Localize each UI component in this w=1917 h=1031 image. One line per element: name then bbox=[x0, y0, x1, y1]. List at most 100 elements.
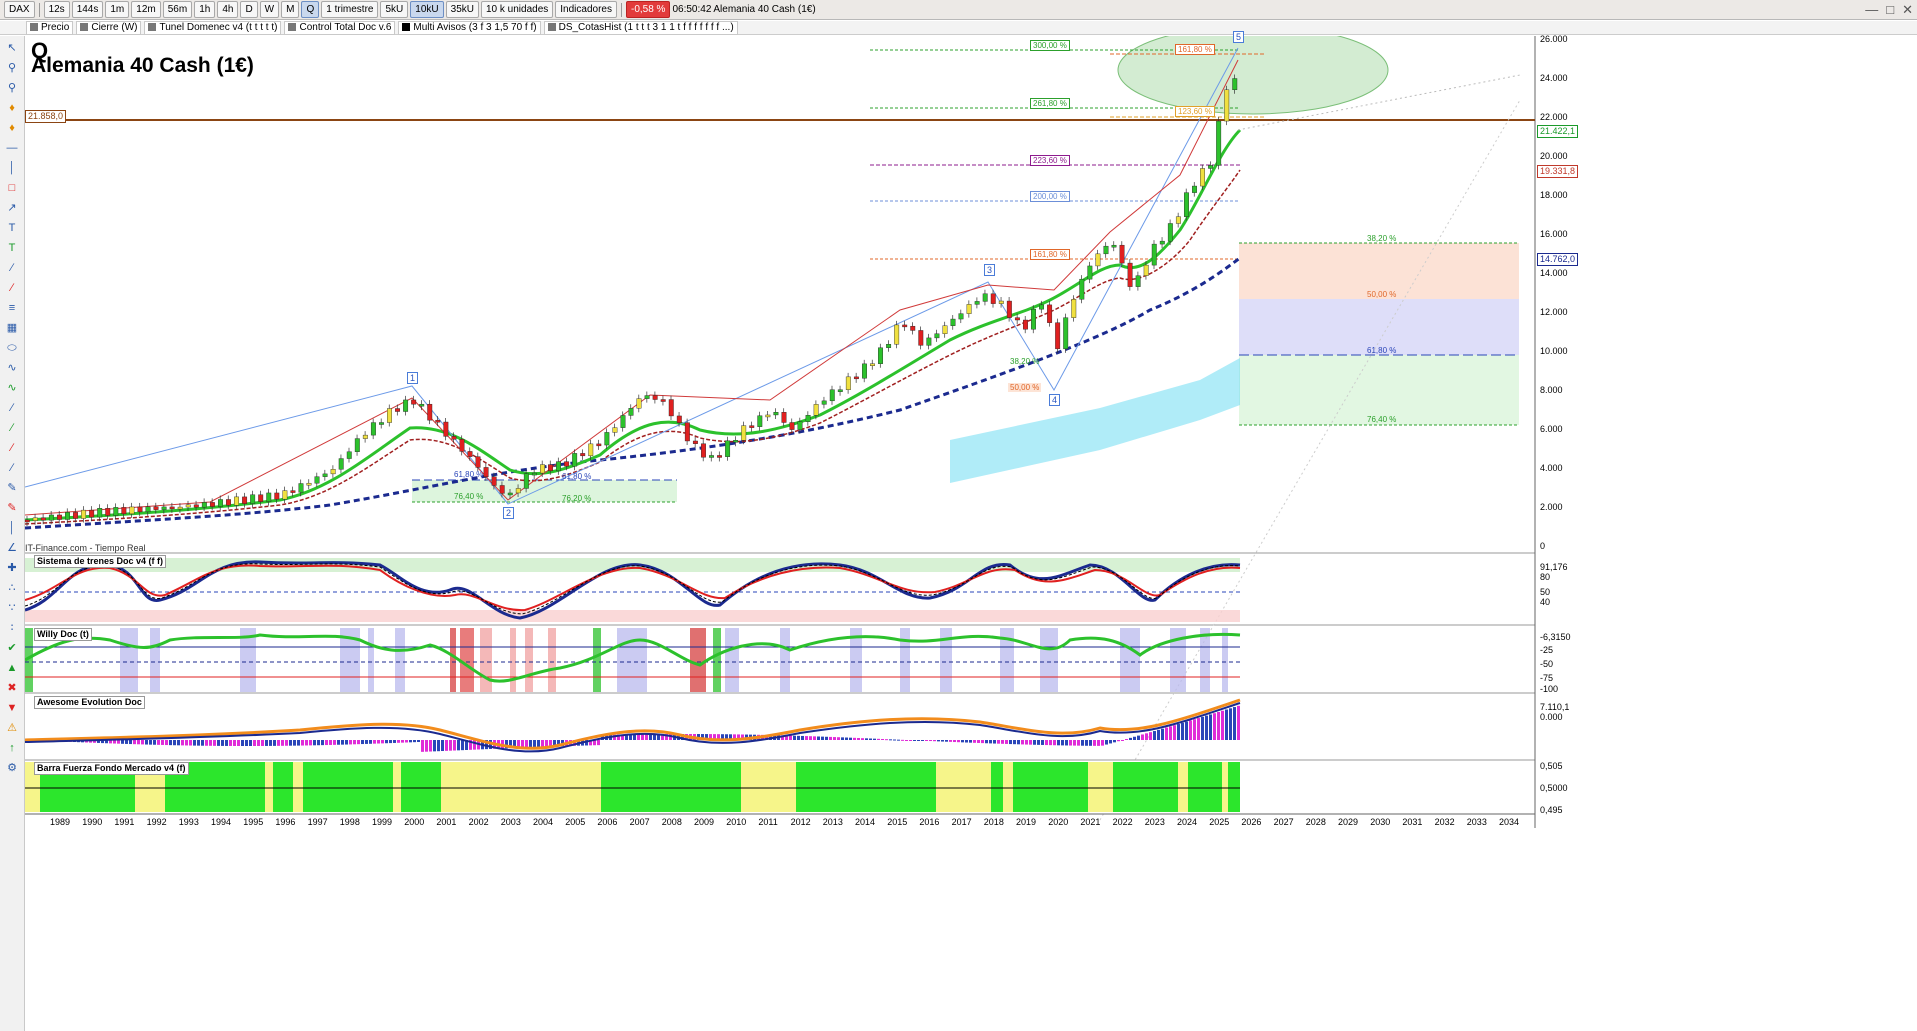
text-green-icon[interactable]: T bbox=[3, 240, 21, 256]
wave-marker-3[interactable]: 3 bbox=[984, 264, 995, 276]
awesome-bar bbox=[813, 736, 816, 740]
indicator-tag[interactable]: Multi Avisos (3 f 3 1,5 70 f f) bbox=[398, 20, 541, 35]
awesome-bar bbox=[1029, 740, 1032, 745]
dots-icon-2[interactable]: ∵ bbox=[3, 600, 21, 616]
tf-1m[interactable]: 1m bbox=[105, 1, 130, 18]
indicator-tag[interactable]: Control Total Doc v.6 bbox=[284, 20, 396, 35]
vertical-line-icon[interactable]: │ bbox=[3, 160, 21, 176]
candle bbox=[902, 324, 908, 328]
thumbs-down-icon[interactable]: ▼ bbox=[3, 700, 21, 716]
rectangle-icon[interactable]: □ bbox=[3, 180, 21, 196]
wave-green-icon[interactable]: ∿ bbox=[3, 380, 21, 396]
barra-block bbox=[1188, 762, 1222, 812]
ruler-icon[interactable]: ▦ bbox=[3, 320, 21, 336]
close-icon[interactable]: ✕ bbox=[1902, 2, 1913, 18]
tf-4h[interactable]: 4h bbox=[217, 1, 239, 18]
tf-w[interactable]: W bbox=[259, 1, 280, 18]
awesome-bar bbox=[381, 740, 384, 744]
dots-icon[interactable]: ∴ bbox=[3, 580, 21, 596]
vol-10ku[interactable]: 10kU bbox=[410, 1, 444, 18]
panel-title-trenes[interactable]: Sistema de trenes Doc v4 (f f) bbox=[34, 555, 167, 568]
ellipse-icon[interactable]: ⬭ bbox=[3, 340, 21, 356]
awesome-bar bbox=[325, 740, 328, 746]
alarm-icon[interactable]: ♦ bbox=[3, 120, 21, 136]
awesome-bar bbox=[401, 740, 404, 743]
tf-12s[interactable]: 12s bbox=[43, 1, 70, 18]
color-swatch bbox=[547, 22, 556, 31]
awesome-axis: 0.000 bbox=[1540, 712, 1563, 722]
cross-icon[interactable]: ✖ bbox=[3, 680, 21, 696]
units-selector[interactable]: 10 k unidades bbox=[481, 1, 554, 18]
tf-56m[interactable]: 56m bbox=[162, 1, 193, 18]
candle bbox=[749, 425, 755, 428]
trenes-axis: 80 bbox=[1540, 572, 1551, 582]
indicators-button[interactable]: Indicadores bbox=[555, 1, 617, 18]
text-icon[interactable]: T bbox=[3, 220, 21, 236]
panel-title-awesome[interactable]: Awesome Evolution Doc bbox=[34, 696, 145, 709]
tf-m[interactable]: M bbox=[281, 1, 300, 18]
vol-5ku[interactable]: 5kU bbox=[380, 1, 409, 18]
candle bbox=[121, 507, 127, 515]
thumbs-up-icon[interactable]: ▲ bbox=[3, 660, 21, 676]
indicator-tag[interactable]: Tunel Domenec v4 (t t t t t) bbox=[144, 20, 282, 35]
marker-red-icon[interactable]: ✎ bbox=[3, 500, 21, 516]
awesome-bar bbox=[837, 737, 840, 740]
arrow-up-icon[interactable]: ↑ bbox=[3, 740, 21, 756]
pencil-icon[interactable]: ✎ bbox=[3, 480, 21, 496]
check-icon[interactable]: ✔ bbox=[3, 640, 21, 656]
price-tick: 8.000 bbox=[1540, 385, 1563, 395]
indicator-tag[interactable]: Cierre (W) bbox=[76, 20, 142, 35]
panel-title-barra[interactable]: Barra Fuerza Fondo Mercado v4 (f) bbox=[34, 762, 189, 775]
channel-icon[interactable]: ∕ bbox=[3, 280, 21, 296]
maximize-icon[interactable]: □ bbox=[1886, 2, 1894, 18]
horizontal-line-icon[interactable]: — bbox=[3, 140, 21, 156]
awesome-bar bbox=[461, 740, 464, 751]
wave-marker-5[interactable]: 5 bbox=[1233, 31, 1244, 43]
awesome-bar bbox=[1141, 734, 1144, 740]
wave-icon[interactable]: ∿ bbox=[3, 360, 21, 376]
pitchfork-icon[interactable]: ∕ bbox=[3, 400, 21, 416]
indicator-label: Multi Avisos (3 f 3 1,5 70 f f) bbox=[413, 21, 537, 33]
wave-marker-4[interactable]: 4 bbox=[1049, 394, 1060, 406]
wave-marker-2[interactable]: 2 bbox=[503, 507, 514, 519]
tf-144s[interactable]: 144s bbox=[71, 1, 104, 18]
vol-35ku[interactable]: 35kU bbox=[445, 1, 479, 18]
fibonacci-icon[interactable]: ≡ bbox=[3, 300, 21, 316]
crosshair-icon[interactable]: ✚ bbox=[3, 560, 21, 576]
zoom-area-icon[interactable]: ⚲ bbox=[3, 80, 21, 96]
awesome-bar bbox=[245, 740, 248, 746]
indicator-tag[interactable]: Precio bbox=[26, 20, 74, 35]
line-blue-icon[interactable]: ∕ bbox=[3, 460, 21, 476]
price-chart[interactable] bbox=[25, 36, 1917, 1031]
arrow-icon[interactable]: ↗ bbox=[3, 200, 21, 216]
line-green-icon[interactable]: ∕ bbox=[3, 420, 21, 436]
trend-line-icon[interactable]: ∕ bbox=[3, 260, 21, 276]
tf-q[interactable]: Q bbox=[301, 1, 320, 18]
price-tick: 6.000 bbox=[1540, 424, 1563, 434]
vertical-tool-icon[interactable]: │ bbox=[3, 520, 21, 536]
wave-marker-1[interactable]: 1 bbox=[407, 372, 418, 384]
alert-bell-icon[interactable]: ♦ bbox=[3, 100, 21, 116]
tf-1h[interactable]: 1h bbox=[194, 1, 216, 18]
tf-d[interactable]: D bbox=[240, 1, 258, 18]
settings-icon[interactable]: ⚙ bbox=[3, 760, 21, 776]
cursor-icon[interactable]: ↖ bbox=[3, 40, 21, 56]
line-red-icon[interactable]: ∕ bbox=[3, 440, 21, 456]
awesome-bar bbox=[317, 740, 320, 746]
symbol-selector[interactable]: DAX bbox=[4, 1, 35, 18]
angle-icon[interactable]: ∠ bbox=[3, 540, 21, 556]
awesome-bar bbox=[121, 740, 124, 744]
warning-icon[interactable]: ⚠ bbox=[3, 720, 21, 736]
indicator-tag[interactable]: DS_CotasHist (1 t t t 3 1 1 t f f f f f … bbox=[543, 20, 738, 35]
dots-icon-3[interactable]: ∶ bbox=[3, 620, 21, 636]
period-selector[interactable]: 1 trimestre bbox=[321, 1, 379, 18]
tf-12m[interactable]: 12m bbox=[131, 1, 161, 18]
zoom-icon[interactable]: ⚲ bbox=[3, 60, 21, 76]
minimize-icon[interactable]: — bbox=[1865, 2, 1878, 18]
candle bbox=[998, 300, 1004, 304]
awesome-bar bbox=[957, 740, 960, 743]
year-tick: 2024 bbox=[1177, 817, 1198, 827]
candle bbox=[1183, 192, 1189, 217]
panel-title-willy[interactable]: Willy Doc (t) bbox=[34, 628, 92, 641]
awesome-bar bbox=[909, 740, 912, 741]
